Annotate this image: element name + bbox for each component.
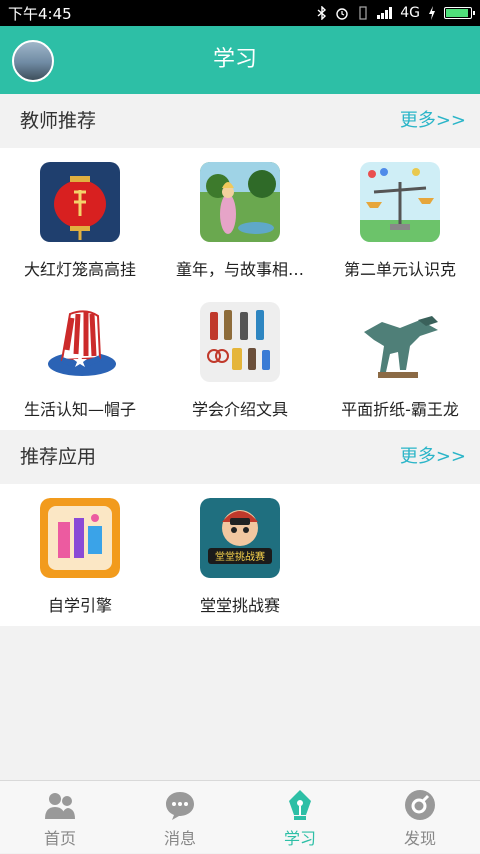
stationery-thumbnail (200, 302, 280, 382)
section-header-apps: 推荐应用 更多>> (0, 430, 480, 484)
tab-study[interactable]: 学习 (240, 781, 360, 854)
lesson-tile[interactable]: 平面折纸-霸王龙 (320, 302, 480, 422)
tab-label: 发现 (403, 829, 436, 848)
app-label: 自学引擎 (47, 596, 112, 615)
bottom-tab-bar: 首页 消息 学习 发现 (0, 780, 480, 853)
challenge-badge-text: 堂堂挑战赛 (215, 550, 265, 563)
alarm-icon (336, 8, 348, 20)
tab-discover[interactable]: 发现 (360, 781, 480, 854)
battery-icon (444, 7, 475, 19)
people-icon (45, 793, 75, 819)
balance-scale-thumbnail (360, 162, 440, 242)
lesson-label: 平面折纸-霸王龙 (341, 400, 459, 419)
app-tile[interactable]: 自学引擎 (0, 498, 160, 618)
tab-label: 学习 (283, 829, 316, 848)
lesson-tile[interactable]: 生活认知—帽子 (0, 302, 160, 422)
red-lantern-thumbnail (40, 162, 120, 242)
fairy-tale-thumbnail (200, 162, 280, 242)
status-time: 下午4:45 (8, 4, 72, 23)
more-link[interactable]: 更多>> (400, 430, 466, 484)
section-title: 推荐应用 (20, 446, 97, 468)
teacher-recommend-grid: 大红灯笼高高挂 童年，与故事相… 第二单元认识克 生活认知—帽子 学会介绍文具 … (0, 148, 480, 430)
hat-thumbnail (40, 302, 120, 382)
lesson-label: 大红灯笼高高挂 (23, 260, 136, 279)
compass-icon (405, 790, 435, 820)
page-title: 学习 (212, 47, 257, 72)
chat-bubble-icon (166, 792, 194, 820)
lesson-tile[interactable]: 大红灯笼高高挂 (0, 162, 160, 282)
signal-icon (377, 7, 393, 19)
section-header-teacher: 教师推荐 更多>> (0, 94, 480, 148)
lesson-label: 第二单元认识克 (343, 260, 456, 279)
section-title: 教师推荐 (20, 110, 97, 132)
app-tile[interactable]: 堂堂挑战赛 堂堂挑战赛 (160, 498, 320, 618)
lesson-tile[interactable]: 第二单元认识克 (320, 162, 480, 282)
tab-home[interactable]: 首页 (0, 781, 120, 854)
origami-dinosaur-thumbnail (360, 302, 440, 382)
status-icons: 4G (317, 5, 475, 21)
tab-label: 消息 (163, 829, 196, 848)
tab-label: 首页 (43, 829, 76, 848)
charging-icon (429, 6, 435, 20)
lesson-label: 学会介绍文具 (191, 400, 288, 419)
status-bar: 下午4:45 4G (0, 0, 480, 26)
lesson-label: 生活认知—帽子 (23, 400, 136, 419)
recommended-apps-grid: 自学引擎 堂堂挑战赛 堂堂挑战赛 (0, 484, 480, 626)
tab-messages[interactable]: 消息 (120, 781, 240, 854)
bluetooth-icon (317, 6, 327, 20)
challenge-app-icon: 堂堂挑战赛 (200, 498, 280, 578)
pen-nib-icon (289, 790, 311, 820)
lesson-tile[interactable]: 童年，与故事相… (160, 162, 320, 282)
vibrate-icon (359, 6, 367, 20)
lesson-tile[interactable]: 学会介绍文具 (160, 302, 320, 422)
app-label: 堂堂挑战赛 (199, 596, 280, 615)
lesson-label: 童年，与故事相… (175, 260, 304, 279)
network-type: 4G (400, 5, 420, 21)
self-study-app-icon (40, 498, 120, 578)
more-link[interactable]: 更多>> (400, 94, 466, 148)
